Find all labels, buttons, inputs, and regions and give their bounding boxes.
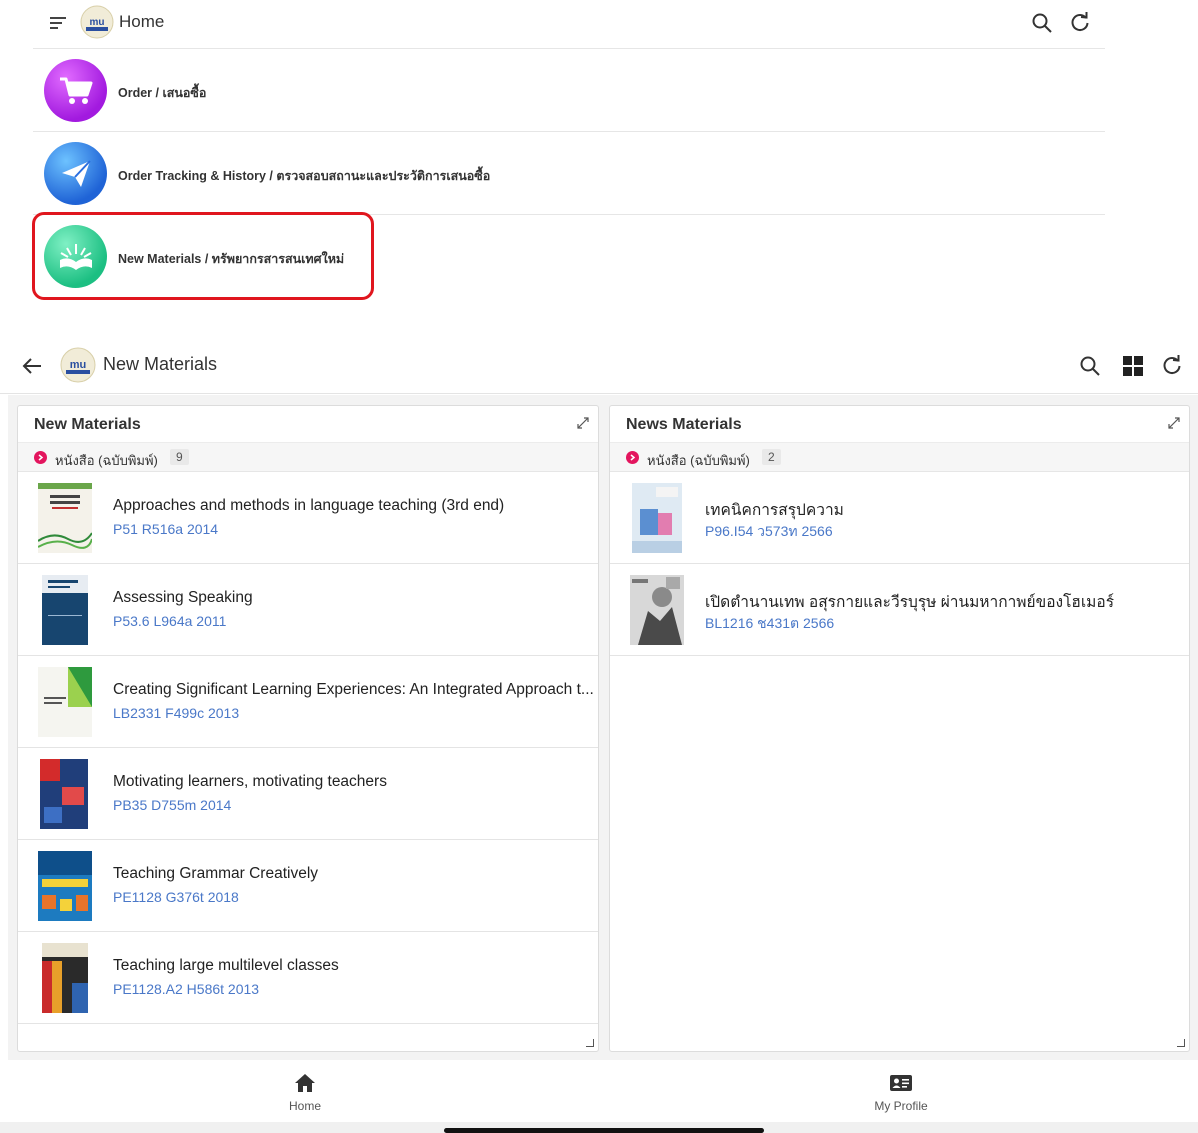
item-call-number: PB35 D755m 2014 [113, 797, 232, 813]
chevron-right-icon [626, 451, 639, 464]
item-title: Teaching Grammar Creatively [113, 865, 319, 882]
book-cover-image [42, 575, 88, 645]
item-call-number: P96.I54 ว573ท 2566 [705, 523, 833, 539]
home-top-bar: mu Home [0, 0, 1198, 46]
shopping-cart-icon [44, 59, 107, 122]
home-icon [295, 1074, 315, 1092]
refresh-icon[interactable] [1160, 353, 1184, 377]
category-row[interactable]: หนังสือ (ฉบับพิมพ์) 2 [610, 442, 1189, 472]
grid-view-icon[interactable] [1121, 354, 1145, 378]
list-item[interactable]: เปิดตำนานเทพ อสุรกายและวีรบุรุษ ผ่านมหาก… [610, 564, 1189, 656]
item-call-number: PE1128.A2 H586t 2013 [113, 981, 260, 997]
new-materials-panel: New Materials หนังสือ (ฉบับพิมพ์) 9 Appr… [17, 405, 599, 1052]
item-call-number: P51 R516a 2014 [113, 521, 219, 537]
refresh-icon[interactable] [1068, 10, 1092, 34]
count-badge: 2 [762, 449, 781, 465]
item-title: Teaching large multilevel classes [113, 957, 339, 974]
list-item[interactable]: Teaching Grammar Creatively PE1128 G376t… [18, 840, 598, 932]
item-title: Creating Significant Learning Experience… [113, 681, 594, 698]
paper-plane-icon [44, 142, 107, 205]
search-icon[interactable] [1030, 11, 1054, 35]
back-arrow-icon[interactable] [20, 354, 44, 378]
item-title: Approaches and methods in language teach… [113, 497, 505, 514]
item-call-number: P53.6 L964a 2011 [113, 613, 227, 629]
book-cover-image [42, 943, 88, 1013]
panel-header: New Materials [18, 406, 598, 442]
item-call-number: BL1216 ช431ต 2566 [705, 615, 835, 631]
chevron-right-icon [34, 451, 47, 464]
nav-label: My Profile [874, 1099, 928, 1113]
profile-card-icon [890, 1075, 912, 1091]
book-cover-image [38, 851, 92, 921]
category-label: หนังสือ (ฉบับพิมพ์) [647, 453, 750, 468]
item-title: เปิดตำนานเทพ อสุรกายและวีรบุรุษ ผ่านมหาก… [705, 594, 1115, 611]
nav-label: Home [288, 1099, 321, 1113]
list-item[interactable]: Creating Significant Learning Experience… [18, 656, 598, 748]
item-title: เทคนิคการสรุปความ [705, 502, 844, 519]
svg-text:mu: mu [70, 359, 87, 371]
resize-handle[interactable] [1177, 1039, 1185, 1047]
list-item[interactable]: Teaching large multilevel classes PE1128… [18, 932, 598, 1024]
list-item[interactable]: Assessing Speaking P53.6 L964a 2011 [18, 564, 598, 656]
page-title: Home [119, 12, 165, 31]
bottom-navigation: Home My Profile [0, 1060, 1198, 1122]
list-item[interactable]: Motivating learners, motivating teachers… [18, 748, 598, 840]
nav-home[interactable]: Home [255, 1072, 355, 1113]
highlight-box [32, 212, 374, 300]
item-call-number: PE1128 G376t 2018 [113, 889, 239, 905]
menu-item-label: Order / เสนอซื้อ [118, 86, 207, 100]
expand-icon[interactable] [576, 416, 590, 430]
page-title: New Materials [103, 354, 218, 374]
book-cover-image [630, 575, 684, 645]
mu-logo-icon: mu [60, 347, 96, 383]
menu-icon[interactable] [48, 13, 68, 33]
mu-logo-icon: mu [80, 5, 114, 39]
menu-item-label: Order Tracking & History / ตรวจสอบสถานะแ… [118, 169, 491, 183]
category-row[interactable]: หนังสือ (ฉบับพิมพ์) 9 [18, 442, 598, 472]
book-cover-image [38, 667, 92, 737]
svg-text:mu: mu [90, 17, 105, 28]
count-badge: 9 [170, 449, 189, 465]
new-materials-top-bar: mu New Materials [0, 340, 1198, 394]
item-title: Motivating learners, motivating teachers [113, 773, 387, 790]
menu-item-order-tracking[interactable]: Order Tracking & History / ตรวจสอบสถานะแ… [33, 131, 1105, 214]
expand-icon[interactable] [1167, 416, 1181, 430]
resize-handle[interactable] [586, 1039, 594, 1047]
menu-item-order[interactable]: Order / เสนอซื้อ [33, 48, 1105, 131]
home-indicator[interactable] [444, 1128, 764, 1133]
book-cover-image [40, 759, 88, 829]
item-call-number: LB2331 F499c 2013 [113, 705, 240, 721]
nav-my-profile[interactable]: My Profile [851, 1072, 951, 1113]
panel-header: News Materials [610, 406, 1189, 442]
news-materials-panel: News Materials หนังสือ (ฉบับพิมพ์) 2 เทค… [609, 405, 1190, 1052]
list-item[interactable]: เทคนิคการสรุปความ P96.I54 ว573ท 2566 [610, 472, 1189, 564]
category-label: หนังสือ (ฉบับพิมพ์) [55, 453, 158, 468]
search-icon[interactable] [1078, 354, 1102, 378]
book-cover-image [632, 483, 682, 553]
panel-title: News Materials [626, 416, 742, 433]
list-item[interactable]: Approaches and methods in language teach… [18, 472, 598, 564]
book-cover-image [38, 483, 92, 553]
panel-title: New Materials [34, 416, 141, 433]
item-title: Assessing Speaking [113, 589, 253, 606]
